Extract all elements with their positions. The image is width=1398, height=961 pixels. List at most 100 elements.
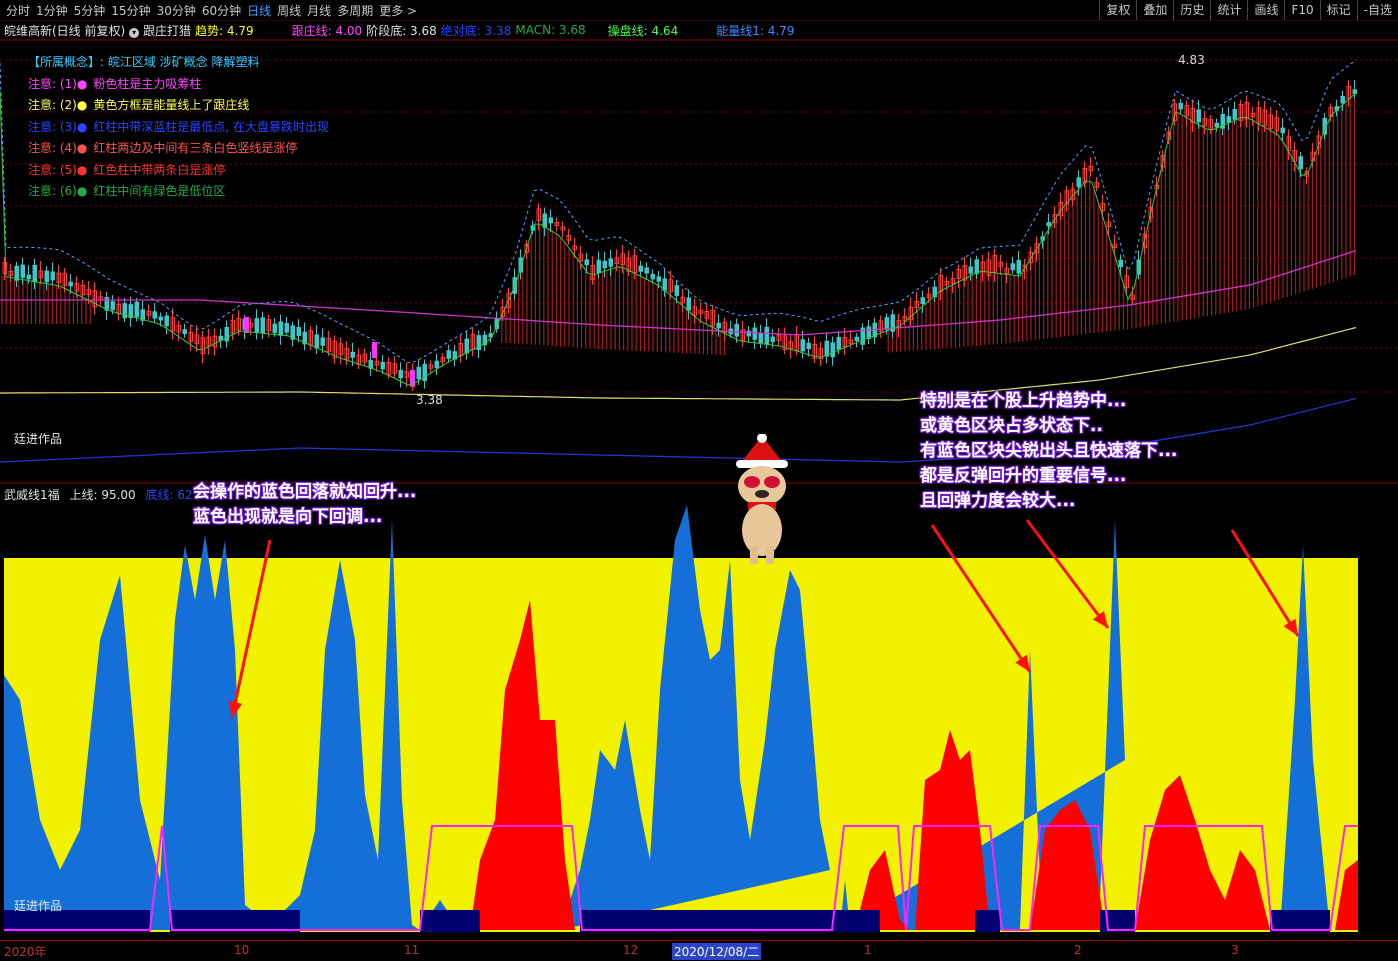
note-text: 粉色柱是主力吸筹柱 <box>93 76 202 91</box>
note-text: 红柱中间有绿色是低位区 <box>93 184 226 198</box>
candle-body <box>416 366 421 380</box>
candle-body <box>50 271 55 281</box>
candle-body <box>44 270 49 283</box>
candle-body <box>434 360 439 369</box>
candle-body <box>260 317 265 333</box>
annotation-right: 特别是在个股上升趋势中... 或黄色区块占多状态下.. 有蓝色区块尖锐出头且快速… <box>920 389 1177 514</box>
candle-body <box>764 326 769 345</box>
annotation-line: 有蓝色区块尖锐出头且快速落下... <box>920 441 1178 461</box>
candle-body <box>278 321 283 336</box>
annotation-line: 特别是在个股上升趋势中... <box>920 391 1127 411</box>
candle-body <box>1196 109 1201 123</box>
note-row-1: 注意: (1)● 粉色柱是主力吸筹柱 <box>28 74 335 96</box>
candle-body <box>584 259 589 266</box>
candle-body <box>320 337 325 346</box>
note-tag: 注意: (5)● <box>28 162 88 177</box>
candle-body <box>734 323 739 337</box>
sub-indicator-chart <box>4 505 1358 932</box>
candle-body <box>854 336 859 341</box>
candle-body <box>596 259 601 274</box>
candle-body <box>1010 263 1015 271</box>
candle-body <box>542 213 547 228</box>
navy-band <box>1270 910 1330 932</box>
annotation-line: 都是反弹回升的重要信号... <box>920 466 1127 486</box>
author-label-main: 廷进作品 <box>14 432 63 446</box>
candle-body <box>254 318 259 333</box>
dog-sticker-icon <box>736 434 788 564</box>
candle-body <box>758 333 763 344</box>
note-row-5: 注意: (5)● 红色柱中带两条白是涨停 <box>28 160 335 182</box>
candle-body <box>272 323 277 334</box>
candle-body <box>20 264 25 278</box>
candle-body <box>110 301 115 311</box>
candle-body <box>284 323 289 333</box>
candle-body <box>1178 102 1183 110</box>
accumulation-bar <box>372 342 377 358</box>
annotation-line: 会操作的蓝色回落就知回升... <box>193 482 417 502</box>
axis-label-oct: 10 <box>234 943 250 957</box>
candle-body <box>752 327 757 340</box>
candle-body <box>638 265 643 272</box>
candle-body <box>1118 259 1123 268</box>
candle-body <box>182 329 187 335</box>
candle-body <box>152 311 157 319</box>
candle-body <box>674 285 679 296</box>
candle-body <box>770 336 775 343</box>
accumulation-bar <box>244 317 249 333</box>
axis-label-jan: 1 <box>864 943 872 957</box>
candle-body <box>1232 109 1237 120</box>
candle-body <box>446 350 451 359</box>
candle-body <box>686 297 691 311</box>
note-tag: 注意: (6)● <box>28 184 88 198</box>
axis-label-mar: 3 <box>1231 943 1239 957</box>
note-text: 红色柱中带两条白是涨停 <box>93 162 226 177</box>
candle-body <box>1298 156 1303 170</box>
candle-body <box>224 326 229 342</box>
candle-body <box>824 340 829 357</box>
candle-body <box>968 266 973 274</box>
axis-label-nov: 11 <box>404 943 420 957</box>
candle-body <box>1076 177 1081 188</box>
candle-body <box>32 264 37 283</box>
navy-band <box>420 910 480 932</box>
note-tag: 注意: (3)● <box>28 119 88 134</box>
author-label-sub: 廷进作品 <box>14 899 63 913</box>
sub-indicator-name[interactable]: 武威线1福 <box>4 488 60 502</box>
time-axis: 2020年 10 11 12 2020/12/08/二 1 2 3 <box>0 940 1398 961</box>
candle-body <box>836 336 841 350</box>
note-text: 红柱中带深蓝柱是最低点, 在大盘暴跌时出现 <box>93 119 329 134</box>
note-row-3: 注意: (3)● 红柱中带深蓝柱是最低点, 在大盘暴跌时出现 <box>28 117 335 139</box>
cursor-date-label: 2020/12/08/二 <box>672 943 762 960</box>
candle-body <box>884 317 889 330</box>
axis-label-year: 2020年 <box>4 945 47 959</box>
navy-band <box>1100 910 1135 932</box>
candle-body <box>164 315 169 327</box>
candle-body <box>134 301 139 318</box>
candle-body <box>296 327 301 336</box>
note-row-2: 注意: (2)● 黄色方框是能量线上了跟庄线 <box>28 95 335 117</box>
candle-body <box>656 276 661 282</box>
note-tag: 注意: (4)● <box>28 141 88 155</box>
candle-body <box>350 351 355 358</box>
candle-body <box>548 217 553 224</box>
navy-band <box>580 910 860 932</box>
note-text: 红柱两边及中间有三条白色竖线是涨停 <box>93 141 298 155</box>
notes-panel: 【所属概念】: 皖江区域 涉矿概念 降解塑料 注意: (1)● 粉色柱是主力吸筹柱… <box>28 52 335 203</box>
note-row-4: 注意: (4)● 红柱两边及中间有三条白色竖线是涨停 <box>28 138 335 160</box>
navy-band <box>860 910 880 932</box>
candle-body <box>866 326 871 339</box>
candle-body <box>716 322 721 329</box>
candle-body <box>380 361 385 370</box>
annotation-line: 或黄色区块占多状态下.. <box>920 416 1103 436</box>
annotation-line: 蓝色出现就是向下回调... <box>193 507 383 527</box>
candle-body <box>644 267 649 274</box>
axis-label-dec: 12 <box>623 943 639 957</box>
candle-body <box>608 258 613 267</box>
candle-body <box>830 342 835 358</box>
high-price-label: 4.83 <box>1178 53 1205 67</box>
candle-body <box>1226 116 1231 123</box>
candle-body <box>68 281 73 287</box>
axis-label-feb: 2 <box>1074 943 1082 957</box>
candle-body <box>1016 259 1021 274</box>
candle-body <box>974 259 979 274</box>
